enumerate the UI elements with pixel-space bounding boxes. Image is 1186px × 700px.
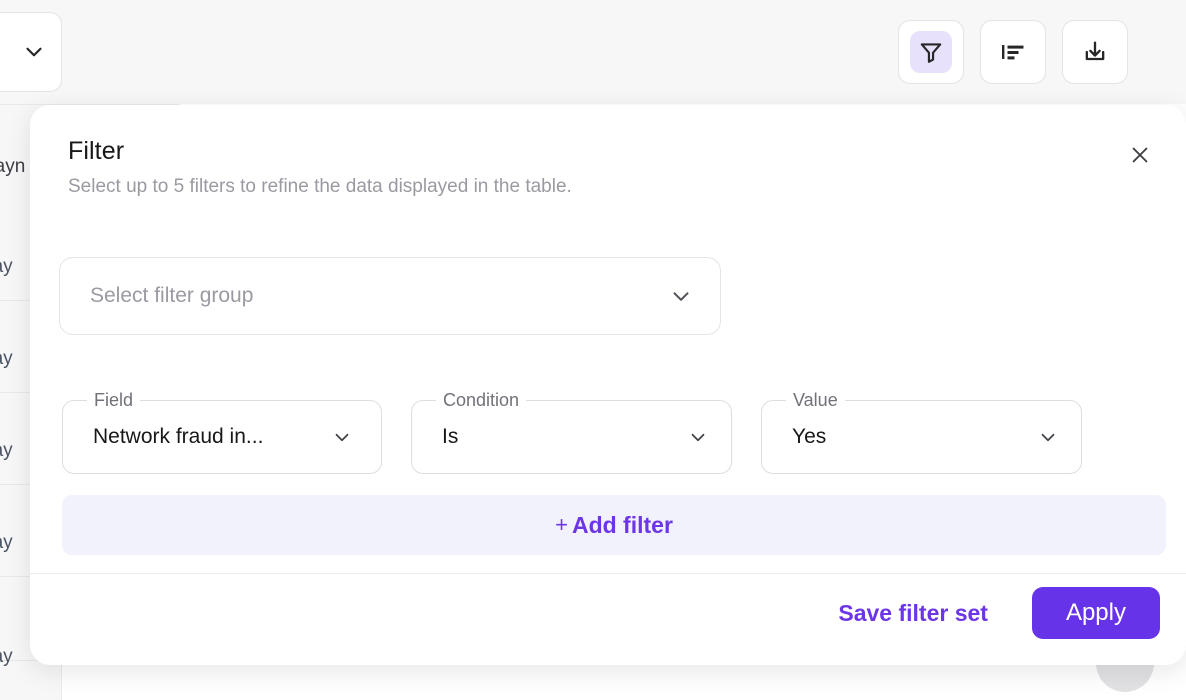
filter-group-placeholder: Select filter group [90, 284, 253, 308]
table-row: pay [0, 348, 13, 370]
field-label: Field [87, 390, 140, 410]
page-title: Filter [68, 137, 1148, 166]
table-header-cell: Payn [0, 156, 25, 178]
modal-footer: Save filter set Apply [836, 587, 1160, 639]
condition-value: Is [412, 425, 458, 449]
chevron-down-icon [687, 426, 709, 448]
filter-group-select[interactable]: Select filter group [59, 257, 721, 335]
table-row: pay [0, 440, 13, 462]
save-filter-set-button[interactable]: Save filter set [836, 594, 990, 633]
filter-row: Field Network fraud in... Condition Is [62, 400, 1082, 474]
field-select[interactable]: Field Network fraud in... [62, 400, 382, 474]
close-button[interactable] [1122, 137, 1158, 173]
add-filter-label: Add filter [572, 512, 673, 539]
condition-label: Condition [436, 390, 526, 410]
app-screen: Payn pay pay pay pay pay Filter Select u… [0, 0, 1186, 700]
chevron-down-icon [668, 283, 694, 309]
table-row: pay [0, 646, 13, 668]
chevron-down-icon [331, 426, 353, 448]
table-row: pay [0, 532, 13, 554]
filter-toolbar-button[interactable] [898, 20, 964, 84]
chevron-down-icon [21, 39, 47, 65]
apply-button[interactable]: Apply [1032, 587, 1160, 639]
left-dropdown-button[interactable] [0, 12, 62, 92]
value-label: Value [786, 390, 845, 410]
add-filter-button[interactable]: + Add filter [62, 495, 1166, 555]
chevron-down-icon [1037, 426, 1059, 448]
filter-modal: Filter Select up to 5 filters to refine … [30, 105, 1186, 665]
sort-toolbar-button[interactable] [980, 20, 1046, 84]
modal-header: Filter Select up to 5 filters to refine … [30, 105, 1186, 198]
footer-divider [30, 573, 1186, 574]
table-row: pay [0, 256, 13, 278]
download-icon [1074, 31, 1116, 73]
toolbar-buttons [898, 20, 1128, 84]
value-select[interactable]: Value Yes [761, 400, 1082, 474]
modal-subtitle: Select up to 5 filters to refine the dat… [68, 176, 1148, 198]
plus-icon: + [555, 512, 568, 538]
value-value: Yes [762, 425, 826, 449]
condition-select[interactable]: Condition Is [411, 400, 732, 474]
filter-icon [910, 31, 952, 73]
download-toolbar-button[interactable] [1062, 20, 1128, 84]
sort-icon [992, 31, 1034, 73]
field-value: Network fraud in... [63, 425, 263, 449]
close-icon [1129, 144, 1151, 166]
